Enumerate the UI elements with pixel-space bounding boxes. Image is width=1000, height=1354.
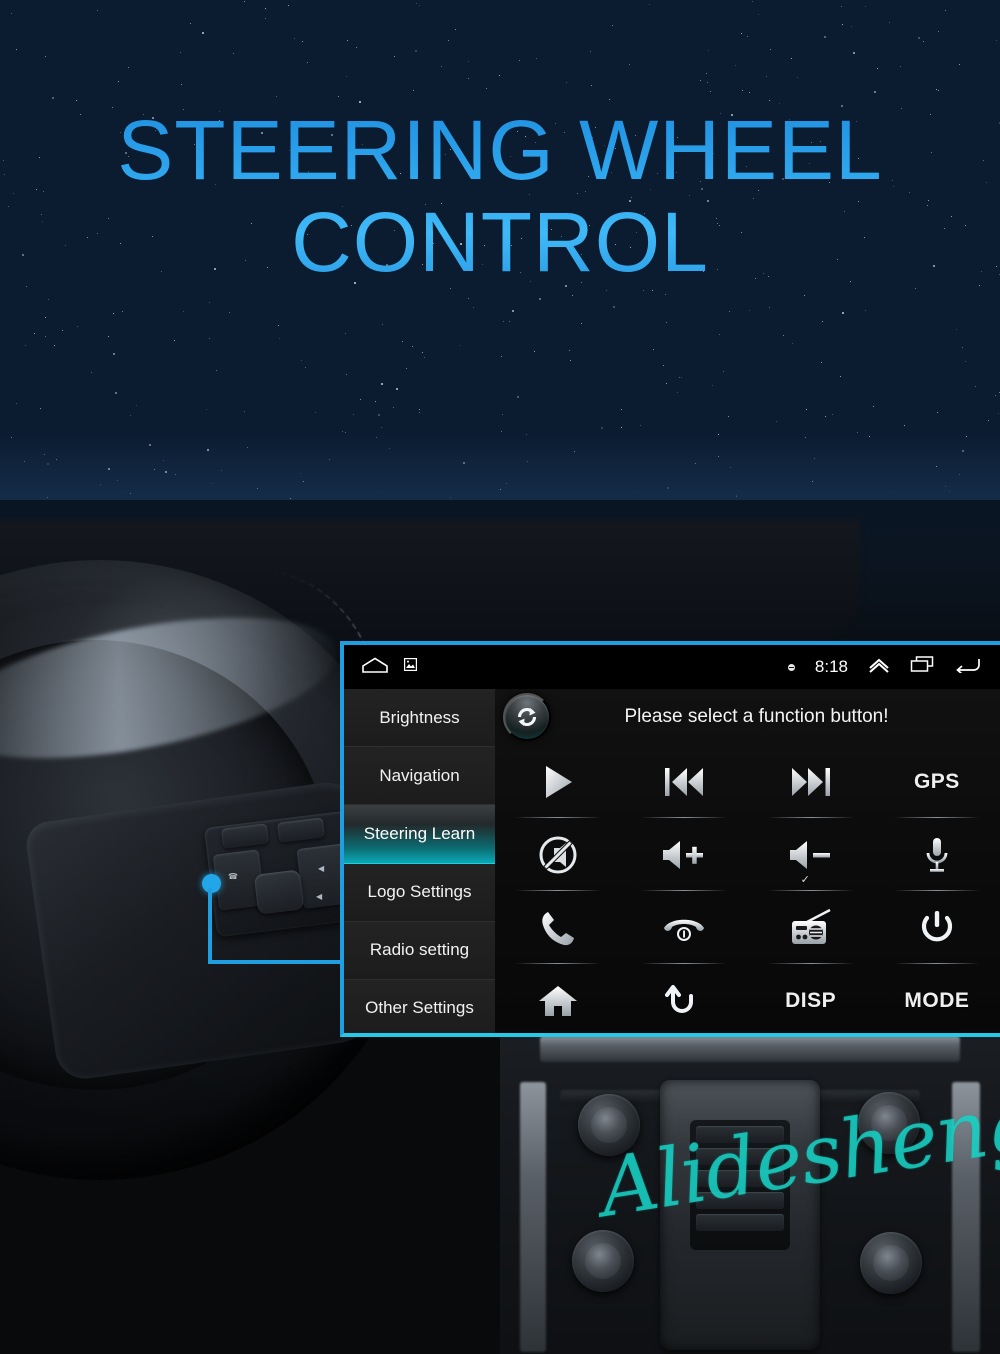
sidebar-item-label: Other Settings (365, 998, 474, 1018)
callout-line-horizontal (208, 960, 344, 964)
keypad-row (696, 1214, 784, 1231)
sidebar-item-label: Logo Settings (367, 882, 472, 902)
swc-phone-icon: ☎ (228, 872, 238, 881)
selected-check-icon: ✓ (800, 874, 810, 886)
keypad-row (696, 1126, 784, 1143)
function-button-mute[interactable] (495, 818, 621, 891)
function-button-next[interactable] (748, 745, 874, 818)
status-bar-left-icons (344, 657, 418, 678)
sidebar-item-radio-setting[interactable]: Radio setting (344, 921, 495, 980)
call-answer-icon (539, 909, 577, 947)
status-bar-clock: 8:18 (814, 657, 848, 676)
volume-up-icon (661, 838, 707, 872)
console-trim-top (540, 1036, 960, 1062)
panel-body: Brightness Navigation Steering Learn Log… (344, 689, 1000, 1033)
previous-track-icon (663, 765, 705, 799)
function-button-home[interactable] (495, 964, 621, 1033)
radio-icon (789, 908, 833, 948)
sidebar-item-navigation[interactable]: Navigation (344, 747, 495, 806)
function-button-mode[interactable]: MODE (874, 964, 1000, 1033)
home-icon (538, 984, 578, 1018)
page-title-line2: CONTROL (291, 195, 709, 289)
play-icon (541, 764, 575, 800)
screenshot-root: ☎ ◀ ◀ STEERING WHEEL CONTROL 8:18 Bright… (0, 0, 1000, 1354)
function-button-gps[interactable]: GPS (874, 745, 1000, 818)
console-trim-left (520, 1082, 546, 1352)
microphone-icon (924, 836, 950, 874)
sidebar-item-logo-settings[interactable]: Logo Settings (344, 863, 495, 922)
disp-icon: DISP (785, 988, 837, 1012)
back-arrow-icon[interactable] (954, 657, 980, 678)
steering-learn-pane: Please select a function button! GPS ✓ D… (495, 689, 1000, 1033)
console-trim-right (952, 1082, 980, 1352)
keypad-row (696, 1148, 784, 1165)
console-keypad (690, 1120, 790, 1250)
status-bar-right-icons: 8:18 (787, 645, 994, 689)
function-button-call-end[interactable] (621, 891, 747, 964)
sidebar-item-steering-learn[interactable]: Steering Learn (344, 805, 495, 864)
volume-down-icon (788, 838, 834, 872)
function-button-power[interactable] (874, 891, 1000, 964)
page-title: STEERING WHEEL CONTROL (0, 104, 1000, 288)
console-knob-upper-left (578, 1094, 640, 1156)
call-end-icon (662, 913, 706, 943)
mute-icon (538, 835, 578, 875)
head-unit-panel: 8:18 Brightness Navigation Steering Lear… (340, 641, 1000, 1037)
refresh-sync-icon[interactable] (503, 693, 551, 741)
callout-line-vertical (208, 888, 212, 964)
swc-volume-up-icon: ◀ (318, 864, 325, 873)
page-title-line1: STEERING WHEEL (117, 103, 883, 197)
function-button-back[interactable] (621, 964, 747, 1033)
chevron-up-icon[interactable] (868, 657, 890, 678)
gps-icon: GPS (913, 769, 960, 793)
next-track-icon (790, 765, 832, 799)
function-button-volume-up[interactable] (621, 818, 747, 891)
status-dot-icon (787, 663, 795, 671)
function-button-microphone[interactable] (874, 818, 1000, 891)
sidebar-item-label: Radio setting (369, 940, 470, 960)
sidebar-item-label: Steering Learn (363, 823, 476, 843)
function-button-disp[interactable]: DISP (748, 964, 874, 1033)
pane-header: Please select a function button! (495, 689, 1000, 745)
console-knob-lower-right (860, 1232, 922, 1294)
swc-volume-down-icon: ◀ (316, 892, 323, 901)
screenshot-icon[interactable] (403, 657, 418, 676)
function-button-volume-down[interactable]: ✓ (748, 818, 874, 891)
power-icon (919, 909, 955, 947)
sidebar-item-label: Navigation (379, 765, 460, 785)
sidebar-item-brightness[interactable]: Brightness (344, 689, 495, 748)
android-status-bar: 8:18 (344, 645, 1000, 689)
recent-apps-icon[interactable] (910, 656, 934, 678)
keypad-row (696, 1170, 784, 1187)
function-button-radio[interactable] (748, 891, 874, 964)
sidebar-item-other-settings[interactable]: Other Settings (344, 979, 495, 1033)
console-knob-upper-right (858, 1092, 920, 1154)
function-button-grid: GPS ✓ DISP MODE (495, 745, 1000, 1033)
console-knob-lower-left (572, 1230, 634, 1292)
mode-icon: MODE (904, 988, 970, 1012)
instruction-text: Please select a function button! (624, 706, 889, 727)
swc-dpad (253, 869, 305, 915)
keypad-row (696, 1192, 784, 1209)
function-button-call-answer[interactable] (495, 891, 621, 964)
back-icon (664, 984, 704, 1018)
home-outline-icon[interactable] (362, 657, 388, 678)
function-button-play[interactable] (495, 745, 621, 818)
settings-sidebar: Brightness Navigation Steering Learn Log… (344, 689, 495, 1033)
sidebar-item-label: Brightness (379, 707, 460, 727)
function-button-previous[interactable] (621, 745, 747, 818)
